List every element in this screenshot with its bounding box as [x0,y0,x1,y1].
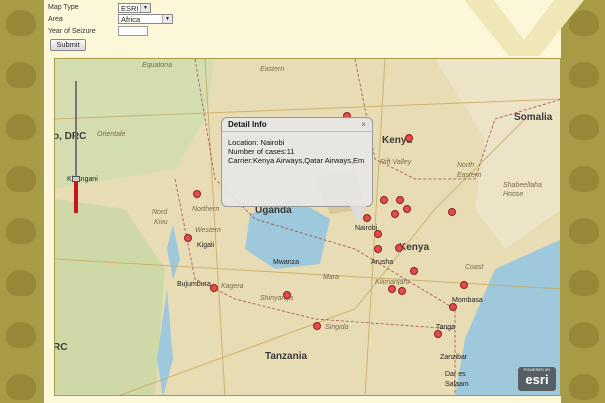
map-label: Shabeellaha [503,182,542,189]
elephant-icon [6,270,36,296]
seizure-marker[interactable] [403,205,411,213]
map-type-value: ESRI [121,4,139,13]
seizure-marker[interactable] [374,245,382,253]
seizure-marker[interactable] [405,134,413,142]
elephant-icon [6,166,36,192]
map-basemap [55,59,560,395]
popup-location: Location: Nairobi [228,138,285,147]
map-label: Kivu [154,219,168,226]
map-label: Equatoria [142,62,172,69]
chevron-down-icon: ▼ [162,15,172,23]
map-view[interactable]: Somalia Kenya Kenya Tanzania o, DRC RC U… [54,58,561,396]
map-label: Northern [192,206,220,213]
chevron-down-icon: ▼ [140,4,150,12]
map-label: Coast [465,264,484,271]
map-label: Orientale [97,131,126,138]
elephant-icon [6,114,36,140]
map-label: Dar es [445,371,466,378]
elephant-icon [6,62,36,88]
elephant-icon [6,374,36,400]
esri-logo: POWERED BY esri [518,367,556,391]
popup-carrier: Carrier:Kenya Airways,Qatar Airways,Em [228,156,365,165]
year-input[interactable] [118,26,148,36]
map-type-label: Map Type [48,4,79,11]
elephant-icon [569,114,599,140]
elephant-icon [569,62,599,88]
seizure-marker[interactable] [210,284,218,292]
seizure-marker[interactable] [398,287,406,295]
map-label: Kenya [399,242,430,253]
map-label: Eastern [457,172,482,179]
map-label: Bujumbura [177,281,211,288]
map-label: Singida [325,324,349,331]
right-pattern-panel [561,0,605,403]
seizure-marker[interactable] [193,190,201,198]
detail-info-popup: Detail Info × Location: Nairobi Number o… [221,117,373,224]
seizure-marker[interactable] [434,330,442,338]
seizure-marker[interactable] [460,281,468,289]
map-label: Mombasa [452,297,483,304]
map-label: Rift Valley [380,159,412,166]
zoom-slider-handle[interactable] [72,176,80,182]
submit-button[interactable]: Submit [50,39,86,51]
seizure-marker[interactable] [396,196,404,204]
map-label: Somalia [514,112,553,123]
popup-cases: Number of cases:11 [228,147,295,156]
map-label: North [457,162,475,169]
popup-pointer [350,206,366,224]
elephant-icon [569,322,599,348]
map-label: Hoose [503,191,524,198]
popup-title: Detail Info [222,118,372,132]
map-label: Western [195,227,221,234]
map-label: Salaam [445,381,469,388]
map-label: Zanzibar [440,354,468,361]
close-icon[interactable]: × [361,120,366,129]
elephant-icon [569,270,599,296]
seizure-marker[interactable] [313,322,321,330]
map-label: Tanzania [265,351,308,362]
map-label: Kagera [221,283,244,290]
seizure-marker[interactable] [449,303,457,311]
map-label: Mara [323,274,339,281]
map-label: Eastern [260,66,285,73]
elephant-icon [569,166,599,192]
map-label: Nord [152,209,168,216]
map-label: Arusha [371,259,394,266]
seizure-marker[interactable] [410,267,418,275]
elephant-icon [6,322,36,348]
elephant-icon [569,374,599,400]
year-label: Year of Seizure [48,28,96,35]
area-value: Africa [121,15,141,24]
elephant-icon [6,218,36,244]
esri-name: esri [525,372,549,387]
seizure-marker[interactable] [391,210,399,218]
seizure-marker[interactable] [448,208,456,216]
elephant-icon [569,218,599,244]
seizure-marker[interactable] [184,234,192,242]
map-type-select[interactable]: ESRI ▼ [118,3,151,13]
seizure-marker[interactable] [374,230,382,238]
area-label: Area [48,16,63,23]
left-pattern-panel [0,0,44,403]
seizure-marker[interactable] [283,291,291,299]
area-select[interactable]: Africa ▼ [118,14,173,24]
elephant-icon [6,10,36,36]
zoom-slider[interactable] [72,81,80,213]
seizure-marker[interactable] [388,285,396,293]
seizure-marker[interactable] [395,244,403,252]
seizure-marker[interactable] [380,196,388,204]
map-label: Mwanza [273,259,300,266]
background-emblem [464,0,584,56]
zoom-slider-fill [74,181,78,213]
map-label: o, DRC [54,131,87,142]
map-label: RC [54,342,68,353]
map-label: Kigali [197,242,215,249]
